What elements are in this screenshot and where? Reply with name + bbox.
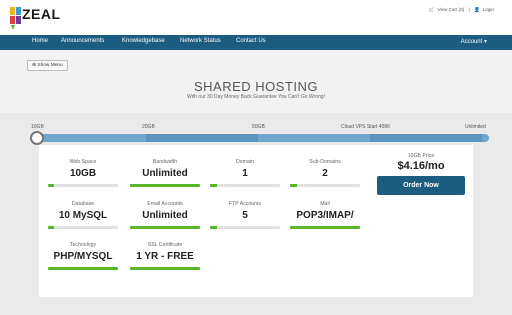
feature-bar-fill (210, 226, 217, 229)
feature-bar-fill (290, 184, 297, 187)
feature-ftp-accounts: FTP Accounts 5 (210, 201, 280, 229)
site-header: ZEAL 🛒 View Cart (0) | 👤 Login (0, 0, 512, 35)
feature-label: FTP Accounts (228, 201, 262, 207)
view-cart-link[interactable]: View Cart (0) (438, 7, 465, 12)
feature-bar-fill (130, 184, 200, 187)
feature-bar-fill (48, 267, 118, 270)
show-menu-label: Show Menu (37, 63, 63, 68)
divider: | (468, 7, 470, 12)
feature-value: 5 (242, 210, 248, 221)
feature-label: Sub-Domains (309, 159, 341, 165)
top-links: 🛒 View Cart (0) | 👤 Login (426, 7, 494, 13)
plus-circle-icon: ⊕ (32, 63, 37, 68)
feature-value: 10 MySQL (58, 210, 108, 221)
order-now-button[interactable]: Order Now (377, 176, 465, 195)
brand-name[interactable]: ZEAL (22, 6, 61, 22)
feature-bar (48, 226, 118, 229)
feature-label: Database (71, 201, 95, 207)
feature-label: Technology (69, 242, 97, 248)
feature-bar-fill (210, 184, 217, 187)
cart-icon[interactable]: 🛒 (429, 7, 435, 12)
slider-label-10gb[interactable]: 10GB (31, 124, 44, 130)
feature-label: SSL Certificate (147, 242, 183, 248)
nav-announcements[interactable]: Announcements (61, 38, 104, 44)
slider-segment (370, 134, 482, 142)
feature-label: Email Accounts (147, 201, 183, 207)
feature-bar (130, 267, 200, 270)
nav-home[interactable]: Home (32, 38, 48, 44)
slider-segment (146, 134, 258, 142)
user-icon[interactable]: 👤 (474, 7, 480, 12)
feature-bar-fill (130, 226, 200, 229)
account-label: Account (460, 39, 483, 45)
nav-contact-us[interactable]: Contact Us (236, 38, 266, 44)
feature-bar-fill (48, 226, 54, 229)
feature-bar-fill (130, 267, 200, 270)
feature-web-space: Web Space 10GB (48, 159, 118, 187)
feature-mail: Mail POP3/IMAP/ (290, 201, 360, 229)
feature-value: Unlimited (142, 168, 188, 179)
feature-label: Mail (320, 201, 330, 207)
main-navbar: Home Announcements Knowledgebase Network… (0, 35, 512, 50)
feature-bandwidth: Bandwidth Unlimited (130, 159, 200, 187)
account-menu[interactable]: Account ▾ (461, 38, 487, 45)
feature-bar (210, 184, 280, 187)
slider-label-cloud-vps[interactable]: Cloud VPS Start 4096 (341, 124, 390, 130)
feature-label: Bandwidth (152, 159, 178, 165)
slider-label-50gb[interactable]: 50GB (252, 124, 265, 130)
feature-bar (130, 226, 200, 229)
feature-label: Domain (236, 159, 254, 165)
slider-label-20gb[interactable]: 20GB (142, 124, 155, 130)
feature-value: 2 (322, 168, 328, 179)
feature-value: Unlimited (142, 210, 188, 221)
feature-bar (290, 226, 360, 229)
feature-email-accounts: Email Accounts Unlimited (130, 201, 200, 229)
slider-label-unlimited[interactable]: Unlimited (465, 124, 486, 130)
feature-bar (48, 184, 118, 187)
caret-down-icon: ▾ (483, 39, 487, 45)
feature-value: 1 YR - FREE (136, 251, 194, 262)
feature-label: Web Space (69, 159, 97, 165)
feature-bar (290, 184, 360, 187)
nav-knowledgebase[interactable]: Knowledgebase (122, 38, 165, 44)
feature-database: Database 10 MySQL (48, 201, 118, 229)
feature-bar-fill (290, 226, 360, 229)
feature-bar (130, 184, 200, 187)
feature-bar-fill (48, 184, 54, 187)
feature-domain: Domain 1 (210, 159, 280, 187)
page-title: SHARED HOSTING (193, 79, 318, 94)
feature-value: PHP/MYSQL (53, 251, 113, 262)
feature-sub-domains: Sub-Domains 2 (290, 159, 360, 187)
feature-value: POP3/IMAP/ (296, 210, 354, 221)
feature-bar (210, 226, 280, 229)
nav-network-status[interactable]: Network Status (180, 38, 221, 44)
feature-bar (48, 267, 118, 270)
plan-slider-handle[interactable] (30, 131, 44, 145)
feature-ssl-certificate: SSL Certificate 1 YR - FREE (130, 242, 200, 270)
feature-value: 10GB (69, 168, 97, 179)
price-value: $4.16/mo (397, 160, 445, 172)
feature-value: 1 (242, 168, 248, 179)
price-label: 10GB Price (407, 153, 435, 159)
page-subtitle: With our 30 Day Money Back Guarantee You… (187, 94, 325, 100)
show-menu-button[interactable]: ⊕ Show Menu (27, 60, 68, 71)
login-link[interactable]: Login (483, 7, 494, 12)
feature-technology: Technology PHP/MYSQL (48, 242, 118, 270)
